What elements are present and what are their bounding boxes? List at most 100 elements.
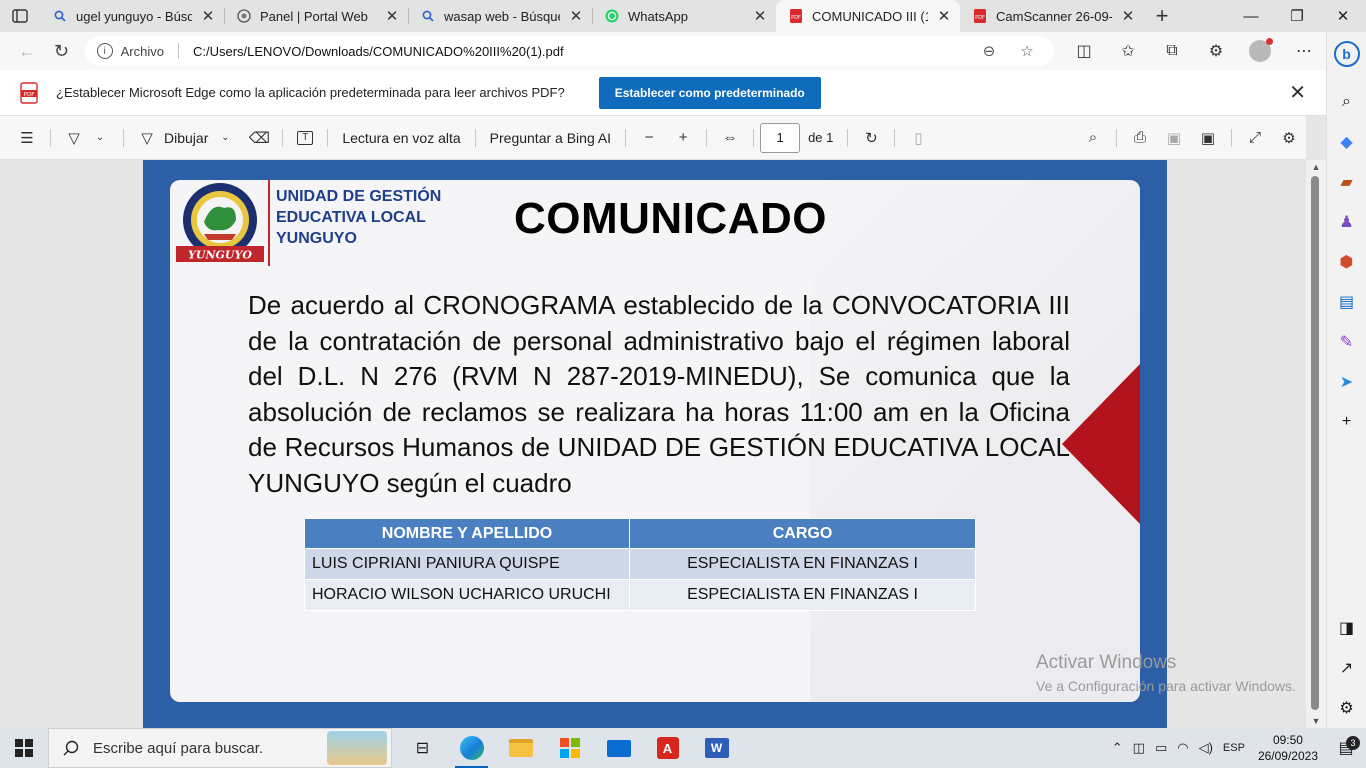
erase-button[interactable]: ⌫	[242, 124, 276, 152]
close-tab-icon[interactable]: ✕	[568, 7, 584, 25]
close-tab-icon[interactable]: ✕	[1120, 7, 1136, 25]
back-button[interactable]: ←	[10, 36, 44, 66]
rotate-button[interactable]: ↻	[854, 124, 888, 152]
new-tab-button[interactable]: +	[1144, 0, 1180, 32]
favorites-icon[interactable]: ✩	[1106, 36, 1150, 66]
pdf-toolbar: ☰ ▽ ⌄ ▽ Dibujar ⌄ ⌫ T Lectura en voz alta P…	[0, 116, 1306, 160]
extensions-icon[interactable]: ⚙	[1194, 36, 1238, 66]
favorite-star-icon[interactable]: ☆	[1012, 42, 1042, 60]
tab-camscanner-pdf[interactable]: PDF CamScanner 26-09-20 ✕	[960, 0, 1144, 32]
tab-actions-button[interactable]	[0, 0, 40, 32]
system-tray: ⌃ ◫ ▭ ◠ ◁) ESP 09:50 26/09/2023 ▤ 3	[1107, 728, 1366, 768]
set-default-button[interactable]: Establecer como predeterminado	[598, 76, 821, 109]
search-icon	[52, 8, 68, 24]
tab-title: CamScanner 26-09-20	[996, 8, 1112, 24]
tab-search-wasap[interactable]: wasap web - Búsqued ✕	[408, 0, 592, 32]
wifi-icon[interactable]: ◠	[1172, 740, 1193, 756]
chevron-up-icon[interactable]: ⌃	[1107, 740, 1128, 756]
close-tab-icon[interactable]: ✕	[384, 7, 400, 25]
org-name-line: YUNGUYO	[276, 230, 357, 247]
divider	[1116, 128, 1117, 147]
zoom-icon[interactable]: ⊖	[974, 42, 1004, 60]
fullscreen-button[interactable]: ⤢	[1238, 124, 1272, 152]
more-menu-icon[interactable]: ⋯	[1282, 36, 1326, 66]
sidebar-settings-icon[interactable]: ⚙	[1331, 688, 1363, 728]
save-as-icon: ▣	[1200, 129, 1216, 147]
divider	[706, 128, 708, 147]
search-icon: ⌕	[1088, 129, 1098, 146]
close-tab-icon[interactable]: ✕	[936, 7, 952, 25]
drop-icon[interactable]: ➤	[1331, 362, 1363, 402]
info-icon[interactable]: i	[96, 43, 113, 59]
contents-button[interactable]: ☰	[10, 124, 44, 152]
refresh-button[interactable]: ↻	[44, 36, 78, 66]
taskbar-mail[interactable]	[594, 728, 643, 768]
save-as-button[interactable]: ▣	[1191, 124, 1225, 152]
add-icon[interactable]: +	[1331, 402, 1363, 442]
tab-whatsapp[interactable]: WhatsApp ✕	[592, 0, 776, 32]
zoom-in-button[interactable]: +	[666, 124, 700, 152]
omnibox[interactable]: i Archivo C:/Users/LENOVO/Downloads/COMU…	[84, 36, 1055, 66]
page-number-input[interactable]: 1	[760, 122, 801, 153]
tools-icon[interactable]: ▰	[1331, 162, 1363, 202]
start-button[interactable]	[0, 728, 48, 768]
edge-icon	[459, 736, 484, 760]
highlight-button[interactable]: ▽ ⌄	[57, 124, 117, 152]
taskbar-acrobat[interactable]: A	[643, 728, 692, 768]
taskbar-explorer[interactable]	[496, 728, 545, 768]
sidebar-toggle-icon[interactable]: ◨	[1331, 608, 1363, 648]
close-tab-icon[interactable]: ✕	[200, 7, 216, 25]
settings-button[interactable]: ⚙	[1272, 124, 1306, 152]
print-button[interactable]: ⎙	[1123, 124, 1157, 152]
ask-bing-button[interactable]: Preguntar a Bing AI	[482, 124, 619, 152]
pdf-viewer[interactable]: YUNGUYO UNIDAD DE GESTIÓN EDUCATIVA LOCA…	[0, 160, 1306, 728]
collections-icon[interactable]: ⧉	[1150, 36, 1194, 66]
profile-avatar[interactable]	[1238, 36, 1282, 66]
language-indicator[interactable]: ESP	[1218, 742, 1250, 754]
scroll-down-arrow[interactable]: ▼	[1306, 716, 1326, 726]
page-view-button[interactable]: ▯	[901, 124, 935, 152]
notification-count: 3	[1346, 736, 1360, 750]
save-button[interactable]: ▣	[1157, 124, 1191, 152]
close-window-button[interactable]: ✕	[1320, 0, 1366, 32]
restore-button[interactable]: ❐	[1274, 0, 1320, 32]
games-icon[interactable]: ♟	[1331, 202, 1363, 242]
table-cell-role: ESPECIALISTA EN FINANZAS I	[629, 548, 976, 580]
scroll-up-arrow[interactable]: ▲	[1306, 162, 1326, 172]
taskbar-edge[interactable]	[447, 728, 496, 768]
tab-panel-portal[interactable]: Panel | Portal Web ✕	[224, 0, 408, 32]
vertical-scrollbar[interactable]: ▲ ▼	[1306, 160, 1326, 728]
close-tab-icon[interactable]: ✕	[752, 7, 768, 25]
outlook-icon[interactable]: ▤	[1331, 282, 1363, 322]
scrollbar-thumb[interactable]	[1311, 176, 1319, 710]
url-text[interactable]: C:/Users/LENOVO/Downloads/COMUNICADO%20I…	[193, 44, 966, 59]
taskbar-search[interactable]: Escribe aquí para buscar.	[48, 728, 392, 768]
tab-search-ugel[interactable]: ugel yunguyo - Búsque ✕	[40, 0, 224, 32]
office-icon[interactable]: ⬢	[1331, 242, 1363, 282]
fit-width-button[interactable]: ⇔	[713, 124, 747, 152]
taskbar-store[interactable]	[545, 728, 594, 768]
draw-button[interactable]: ▽ Dibujar ⌄	[130, 124, 242, 152]
search-icon[interactable]: ⌕	[1331, 82, 1363, 122]
network-icon[interactable]: ◫	[1128, 740, 1150, 756]
add-text-button[interactable]: T	[289, 124, 321, 152]
table-cell-name: HORACIO WILSON UCHARICO URUCHI	[304, 579, 630, 611]
close-icon[interactable]: ✕	[1289, 80, 1306, 105]
designer-icon[interactable]: ✎	[1331, 322, 1363, 362]
read-aloud-button[interactable]: Lectura en voz alta	[334, 124, 468, 152]
notifications-button[interactable]: ▤ 3	[1326, 736, 1366, 758]
battery-icon[interactable]: ▭	[1150, 740, 1172, 756]
minimize-button[interactable]: —	[1228, 0, 1274, 32]
shopping-icon[interactable]: ◆	[1331, 122, 1363, 162]
tab-comunicado-pdf[interactable]: PDF COMUNICADO III (1).p ✕	[776, 0, 960, 32]
taskbar-word[interactable]: W	[692, 728, 741, 768]
bing-chat-icon[interactable]: b	[1331, 34, 1363, 74]
volume-icon[interactable]: ◁)	[1194, 740, 1218, 756]
zoom-out-button[interactable]: −	[632, 124, 666, 152]
open-external-icon[interactable]: ↗	[1331, 648, 1363, 688]
find-button[interactable]: ⌕	[1076, 124, 1110, 152]
split-screen-icon[interactable]: ◫	[1062, 36, 1106, 66]
pdf-page: YUNGUYO UNIDAD DE GESTIÓN EDUCATIVA LOCA…	[143, 160, 1167, 728]
clock[interactable]: 09:50 26/09/2023	[1250, 732, 1326, 764]
task-view-button[interactable]: ⊟	[398, 728, 447, 768]
